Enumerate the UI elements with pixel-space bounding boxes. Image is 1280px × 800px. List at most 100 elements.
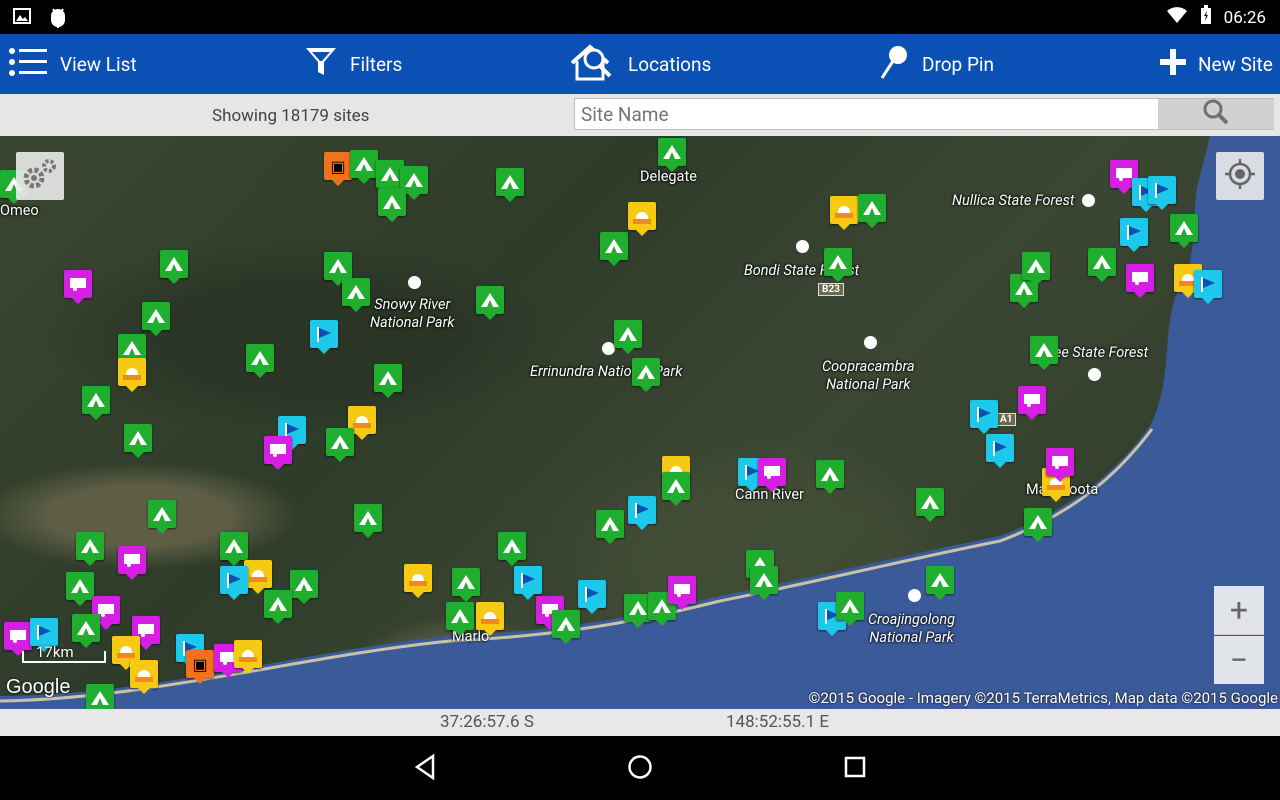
tent-pin[interactable] (142, 302, 170, 336)
google-logo: Google (6, 676, 71, 698)
recents-button[interactable] (838, 752, 872, 786)
tent-pin[interactable] (66, 572, 94, 606)
caravan-pin[interactable] (118, 546, 146, 580)
flag-pin[interactable] (220, 566, 248, 600)
caravan-pin[interactable] (1018, 386, 1046, 420)
flag-pin[interactable] (514, 566, 542, 600)
battery-icon (1200, 5, 1212, 30)
tent-pin[interactable] (290, 570, 318, 604)
search-button[interactable] (1158, 99, 1274, 129)
tent-pin[interactable] (498, 532, 526, 566)
tent-pin[interactable] (916, 488, 944, 522)
tent-pin[interactable] (374, 364, 402, 398)
system-nav-bar (0, 736, 1280, 800)
sun-pin[interactable] (244, 560, 272, 594)
zoom-out-button[interactable]: − (1214, 636, 1264, 684)
tent-pin[interactable] (82, 386, 110, 420)
caravan-pin[interactable] (264, 436, 292, 470)
sun-pin[interactable] (628, 202, 656, 236)
tent-pin[interactable] (446, 602, 474, 636)
tent-pin[interactable] (596, 510, 624, 544)
tent-pin[interactable] (816, 460, 844, 494)
flag-pin[interactable] (1194, 270, 1222, 304)
tent-pin[interactable] (926, 566, 954, 600)
sun-pin[interactable] (830, 196, 858, 230)
cabin-pin[interactable]: ▣ (186, 650, 214, 684)
tent-pin[interactable] (1030, 336, 1058, 370)
flag-pin[interactable] (970, 400, 998, 434)
tent-pin[interactable] (662, 472, 690, 506)
android-debug-icon (48, 6, 68, 32)
tent-pin[interactable] (496, 168, 524, 202)
tent-pin[interactable] (1088, 248, 1116, 282)
tent-pin[interactable] (1024, 508, 1052, 542)
view-list-button[interactable]: View List (8, 34, 137, 94)
search-bar: Showing 18179 sites (0, 94, 1280, 137)
park-marker (1082, 194, 1095, 207)
tent-pin[interactable] (476, 286, 504, 320)
sun-pin[interactable] (130, 660, 158, 694)
caravan-pin[interactable] (1046, 448, 1074, 482)
tent-pin[interactable] (658, 138, 686, 172)
tent-pin[interactable] (614, 320, 642, 354)
caravan-pin[interactable] (668, 576, 696, 610)
tent-pin[interactable] (342, 278, 370, 312)
sun-pin[interactable] (234, 640, 262, 674)
caravan-pin[interactable] (1126, 264, 1154, 298)
sun-pin[interactable] (118, 358, 146, 392)
sun-pin[interactable] (476, 602, 504, 636)
plus-icon (1160, 48, 1186, 80)
tent-pin[interactable] (246, 344, 274, 378)
tent-pin[interactable] (76, 532, 104, 566)
list-icon (8, 47, 48, 82)
caravan-pin[interactable] (758, 458, 786, 492)
site-count: Showing 18179 sites (212, 106, 370, 126)
tent-pin[interactable] (378, 188, 406, 222)
sun-pin[interactable] (404, 564, 432, 598)
locations-button[interactable]: Locations (570, 34, 711, 94)
status-bar: 06:26 (0, 0, 1280, 34)
tent-pin[interactable] (1022, 252, 1050, 286)
tent-pin[interactable] (600, 232, 628, 266)
flag-pin[interactable] (1120, 218, 1148, 252)
tent-pin[interactable] (354, 504, 382, 538)
flag-pin[interactable] (310, 320, 338, 354)
map-view[interactable]: Omeo Delegate Nullica State Forest Bondi… (0, 136, 1280, 709)
my-location-button[interactable] (1216, 152, 1264, 200)
tent-pin[interactable] (160, 250, 188, 284)
clock: 06:26 (1223, 7, 1266, 28)
tent-pin[interactable] (72, 614, 100, 648)
place-coopracambra: Coopracambra National Park (822, 358, 915, 393)
filters-label: Filters (350, 52, 403, 76)
filters-button[interactable]: Filters (304, 34, 402, 94)
tent-pin[interactable] (124, 424, 152, 458)
back-button[interactable] (408, 752, 442, 786)
view-list-label: View List (60, 52, 137, 76)
zoom-in-button[interactable]: + (1214, 586, 1264, 635)
tent-pin[interactable] (86, 684, 114, 709)
drop-pin-button[interactable]: Drop Pin (878, 34, 994, 94)
flag-pin[interactable] (578, 580, 606, 614)
park-marker (864, 336, 877, 349)
flag-pin[interactable] (1148, 176, 1176, 210)
tent-pin[interactable] (858, 194, 886, 228)
cabin-pin[interactable]: ▣ (324, 152, 352, 186)
tent-pin[interactable] (264, 590, 292, 624)
caravan-pin[interactable] (64, 270, 92, 304)
tent-pin[interactable] (632, 358, 660, 392)
tent-pin[interactable] (350, 150, 378, 184)
new-site-button[interactable]: New Site (1160, 34, 1273, 94)
flag-pin[interactable] (986, 434, 1014, 468)
home-button[interactable] (623, 752, 657, 786)
flag-pin[interactable] (628, 496, 656, 530)
tent-pin[interactable] (148, 500, 176, 534)
tent-pin[interactable] (326, 428, 354, 462)
map-settings-button[interactable] (16, 152, 64, 200)
tent-pin[interactable] (750, 566, 778, 600)
locations-label: Locations (628, 52, 712, 76)
tent-pin[interactable] (824, 248, 852, 282)
tent-pin[interactable] (1170, 214, 1198, 248)
tent-pin[interactable] (836, 592, 864, 626)
tent-pin[interactable] (452, 568, 480, 602)
tent-pin[interactable] (552, 610, 580, 644)
